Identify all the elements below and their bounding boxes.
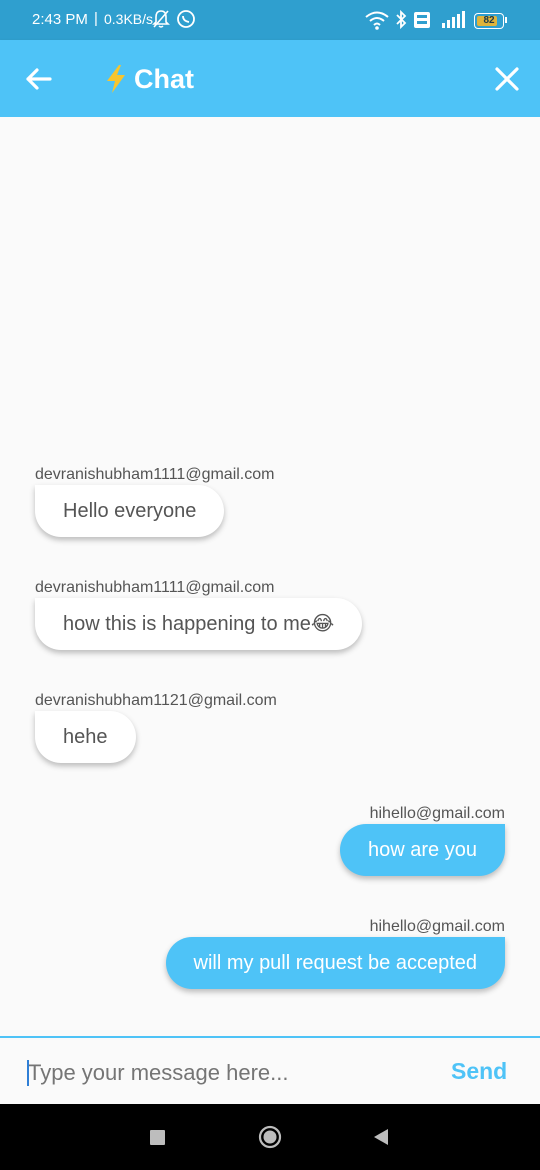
message-item: devranishubham1111@gmail.com [35, 466, 274, 484]
app-bar: Chat [0, 40, 540, 117]
network-speed: 0.3KB/s [104, 11, 154, 27]
bell-muted-icon [152, 10, 170, 28]
battery-percent: 82 [483, 15, 495, 26]
message-bubble-incoming[interactable]: how this is happening to me😂 [35, 598, 363, 650]
bluetooth-icon [396, 9, 407, 30]
volte-icon [414, 12, 430, 28]
battery-icon: 82 [474, 13, 504, 29]
status-separator: | [94, 10, 98, 27]
message-bubble-incoming[interactable]: Hello everyone [35, 485, 225, 537]
wifi-icon [365, 11, 389, 30]
lightning-bolt-icon [107, 65, 125, 93]
chat-message-list[interactable]: devranishubham1111@gmail.com Hello every… [0, 117, 540, 1037]
whatsapp-icon [177, 10, 195, 28]
close-icon[interactable] [490, 62, 524, 96]
message-bubble-incoming[interactable]: hehe [35, 711, 136, 763]
message-sender: hihello@gmail.com [369, 918, 505, 935]
message-item: hihello@gmail.com [370, 918, 505, 936]
square-icon[interactable] [150, 1130, 165, 1145]
message-sender: devranishubham1111@gmail.com [35, 466, 275, 483]
system-navigation-bar [0, 1104, 540, 1170]
status-time: 2:43 PM [32, 11, 88, 28]
message-sender: devranishubham1111@gmail.com [35, 579, 275, 596]
signal-icon [442, 11, 465, 28]
message-sender: hihello@gmail.com [369, 805, 505, 822]
message-composer: Send [0, 1036, 540, 1106]
battery-nub [505, 17, 507, 23]
arrow-left-icon[interactable] [22, 62, 56, 96]
text-cursor [27, 1060, 29, 1086]
message-bubble-outgoing[interactable]: how are you [340, 824, 505, 876]
send-button[interactable]: Send [451, 1058, 507, 1085]
triangle-back-icon[interactable] [372, 1128, 390, 1146]
page-title-group: Chat [104, 62, 194, 96]
circle-home-icon[interactable] [258, 1125, 282, 1149]
message-item: devranishubham1111@gmail.com [35, 579, 274, 597]
message-item: hihello@gmail.com [370, 805, 505, 823]
message-sender: devranishubham1121@gmail.com [35, 692, 277, 709]
status-bar: 2:43 PM | 0.3KB/s 82 [0, 0, 540, 40]
page-title: Chat [134, 63, 194, 94]
message-bubble-outgoing[interactable]: will my pull request be accepted [165, 937, 505, 989]
message-input[interactable] [26, 1054, 430, 1092]
message-item: devranishubham1121@gmail.com [35, 692, 277, 710]
